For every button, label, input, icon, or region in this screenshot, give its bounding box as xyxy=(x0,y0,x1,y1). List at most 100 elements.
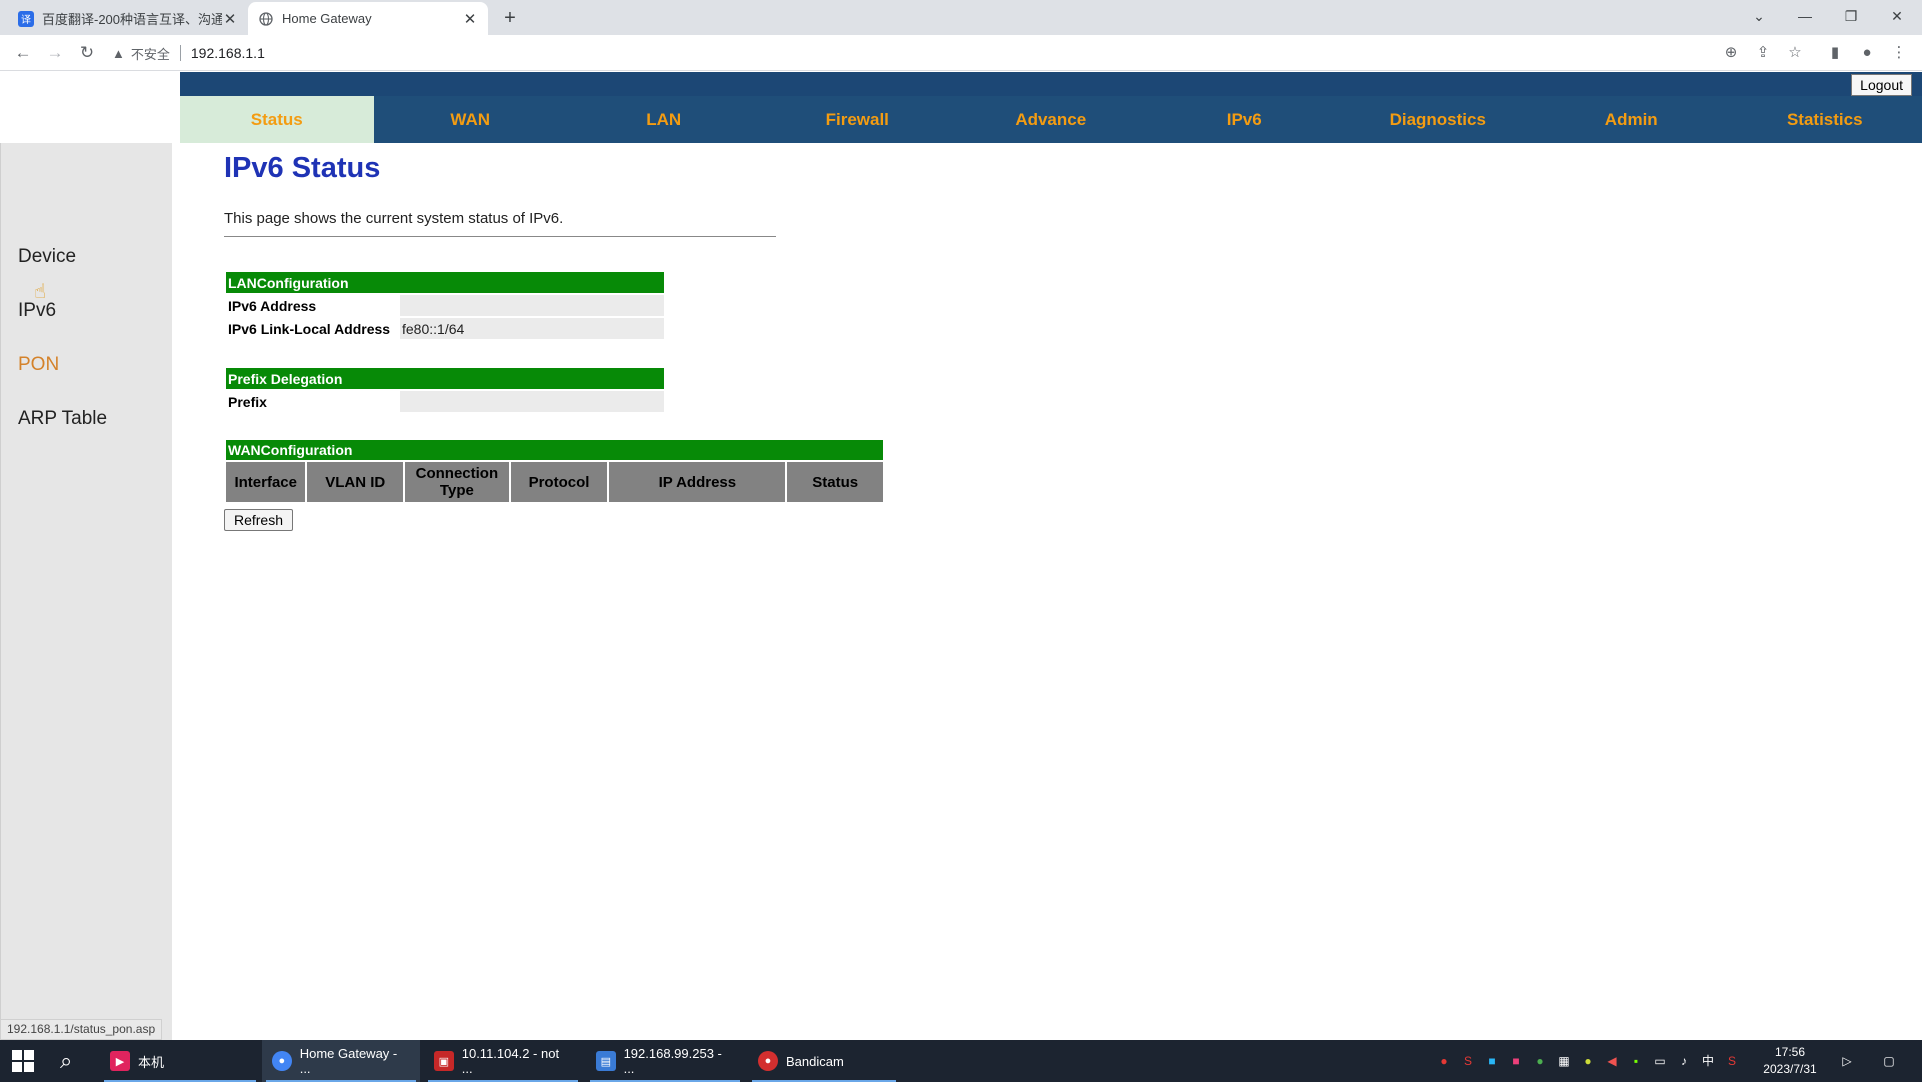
network-computer-icon: ▤ xyxy=(596,1051,616,1071)
sidebar-item-arp-table[interactable]: ARP Table xyxy=(18,408,107,430)
browser-tab-baidu-translate[interactable]: 译 百度翻译-200种语言互译、沟通 ✕ xyxy=(8,2,248,35)
windows-start-icon[interactable] xyxy=(12,1050,34,1072)
browser-tab-home-gateway[interactable]: Home Gateway ✕ xyxy=(248,2,488,35)
wan-configuration-table: WANConfiguration Interface VLAN ID Conne… xyxy=(224,438,885,504)
warning-triangle-icon: ▲ xyxy=(112,45,125,61)
share-icon[interactable]: ⇪ xyxy=(1752,43,1774,63)
chrome-icon: ● xyxy=(272,1051,292,1071)
nav-tab-wan[interactable]: WAN xyxy=(374,96,568,143)
new-tab-button[interactable]: + xyxy=(496,5,524,31)
app-tray-icon[interactable]: ■ xyxy=(1507,1052,1525,1070)
profile-avatar-icon[interactable]: ● xyxy=(1856,43,1878,63)
forward-arrow-icon[interactable]: → xyxy=(42,41,68,65)
taskbar-item-label: Home Gateway - ... xyxy=(299,1046,398,1076)
browser-menu-icon[interactable]: ⋮ xyxy=(1888,43,1910,63)
tab-title: Home Gateway xyxy=(282,11,372,26)
s-app-tray-icon[interactable]: S xyxy=(1459,1052,1477,1070)
left-sidebar: Device IPv6 PON ARP Table xyxy=(0,143,172,1040)
ipv6-address-value xyxy=(400,295,664,316)
nav-tab-status[interactable]: Status xyxy=(180,96,374,143)
show-desktop-icon[interactable]: ▷ xyxy=(1838,1052,1856,1070)
system-clock[interactable]: 17:56 2023/7/31 xyxy=(1758,1044,1822,1078)
top-nav: Logout Status WAN LAN Firewall Advance I… xyxy=(180,72,1922,143)
ipv6-link-local-label: IPv6 Link-Local Address xyxy=(226,318,398,339)
search-icon[interactable]: ⌕ xyxy=(60,1048,72,1074)
taskbar-item-chrome[interactable]: ● Home Gateway - ... xyxy=(262,1040,420,1082)
taskbar-item-remote-2[interactable]: ▤ 192.168.99.253 - ... xyxy=(586,1040,744,1082)
close-tab-icon[interactable]: ✕ xyxy=(462,10,478,28)
baidu-translate-favicon-icon: 译 xyxy=(18,10,34,27)
lan-configuration-table: LANConfiguration IPv6 Address IPv6 Link-… xyxy=(224,270,666,341)
page-title: IPv6 Status xyxy=(224,152,381,184)
link-status-bar: 192.168.1.1/status_pon.asp xyxy=(0,1019,163,1040)
taskbar-item-label: 192.168.99.253 - ... xyxy=(623,1046,722,1076)
router-page: Logout Status WAN LAN Firewall Advance I… xyxy=(0,72,1922,1040)
omnibox-separator xyxy=(179,45,181,61)
zoom-icon[interactable]: ⊕ xyxy=(1720,43,1742,63)
notification-icon[interactable]: ▢ xyxy=(1880,1052,1898,1070)
taskbar-item-label: 本机 xyxy=(138,1054,165,1070)
bookmark-star-icon[interactable]: ☆ xyxy=(1784,43,1806,63)
tab-title: 百度翻译-200种语言互译、沟通 xyxy=(42,12,222,27)
prefix-label: Prefix xyxy=(226,391,398,412)
recording-tray-icon[interactable]: ● xyxy=(1435,1052,1453,1070)
sidebar-item-device[interactable]: Device xyxy=(18,246,76,268)
globe-icon xyxy=(258,11,274,27)
nvidia-tray-icon[interactable]: ▪ xyxy=(1627,1052,1645,1070)
nav-tab-diagnostics[interactable]: Diagnostics xyxy=(1341,96,1535,143)
column-header-interface: Interface xyxy=(226,462,306,502)
app-tray-icon[interactable]: ◀ xyxy=(1603,1052,1621,1070)
section-header-prefix: Prefix Delegation xyxy=(226,368,664,389)
refresh-button[interactable]: Refresh xyxy=(224,509,293,531)
minimize-window-button[interactable]: — xyxy=(1782,0,1828,32)
section-header-wan: WANConfiguration xyxy=(226,440,883,460)
browser-tab-strip: 译 百度翻译-200种语言互译、沟通 ✕ Home Gateway ✕ + ⌄ … xyxy=(0,0,1922,35)
nav-tab-firewall[interactable]: Firewall xyxy=(761,96,955,143)
sidebar-item-pon[interactable]: PON xyxy=(18,354,59,376)
column-header-status: Status xyxy=(787,462,883,502)
clock-time: 17:56 xyxy=(1774,1045,1806,1059)
nav-tab-statistics[interactable]: Statistics xyxy=(1728,96,1922,143)
taskbar-item-remote-1[interactable]: ▣ 10.11.104.2 - not ... xyxy=(424,1040,582,1082)
remote-desktop-icon: ▣ xyxy=(434,1051,454,1071)
network-tray-icon[interactable]: ▭ xyxy=(1651,1052,1669,1070)
reload-icon[interactable]: ↻ xyxy=(74,41,100,65)
ime-indicator[interactable]: 中 xyxy=(1699,1052,1717,1070)
side-panel-icon[interactable]: ▮ xyxy=(1824,43,1846,63)
taskbar-item-label: Bandicam xyxy=(786,1053,844,1069)
logout-button[interactable]: Logout xyxy=(1851,74,1912,96)
nav-tab-lan[interactable]: LAN xyxy=(567,96,761,143)
sogou-tray-icon[interactable]: S xyxy=(1723,1052,1741,1070)
divider xyxy=(224,236,776,237)
column-header-protocol: Protocol xyxy=(510,462,608,502)
windows-taskbar: ⌕ ▶ 本机 ● Home Gateway - ... ▣ 10.11.104.… xyxy=(0,1040,1922,1082)
wechat-tray-icon[interactable]: ● xyxy=(1531,1052,1549,1070)
top-nav-strip xyxy=(180,72,1922,96)
column-header-ip-address: IP Address xyxy=(609,462,786,502)
clock-date: 2023/7/31 xyxy=(1763,1062,1817,1076)
prefix-delegation-table: Prefix Delegation Prefix xyxy=(224,366,666,414)
url-text[interactable]: 192.168.1.1 xyxy=(191,45,265,61)
hand-pointer-cursor-icon: ☝ xyxy=(34,281,47,303)
column-header-connection-type: Connection Type xyxy=(405,462,509,502)
taskbar-item-bandicam[interactable]: ● Bandicam xyxy=(748,1040,900,1082)
app-tray-icon[interactable]: ▦ xyxy=(1555,1052,1573,1070)
ipv6-link-local-value: fe80::1/64 xyxy=(400,318,664,339)
close-tab-icon[interactable]: ✕ xyxy=(222,10,238,28)
ipv6-address-label: IPv6 Address xyxy=(226,295,398,316)
bandicam-record-icon: ● xyxy=(758,1051,778,1071)
nav-tab-admin[interactable]: Admin xyxy=(1535,96,1729,143)
taskbar-item-local[interactable]: ▶ 本机 xyxy=(100,1040,260,1082)
taskbar-item-label: 10.11.104.2 - not ... xyxy=(461,1046,560,1076)
close-window-button[interactable]: ✕ xyxy=(1874,0,1920,32)
nav-tab-ipv6[interactable]: IPv6 xyxy=(1148,96,1342,143)
app-tray-icon[interactable]: ● xyxy=(1579,1052,1597,1070)
tab-search-chevron-icon[interactable]: ⌄ xyxy=(1736,0,1782,32)
app-tray-icon[interactable]: ■ xyxy=(1483,1052,1501,1070)
restore-window-button[interactable]: ❐ xyxy=(1828,0,1874,32)
column-header-vlan-id: VLAN ID xyxy=(307,462,404,502)
nav-tab-advance[interactable]: Advance xyxy=(954,96,1148,143)
volume-muted-icon[interactable]: ♪ xyxy=(1675,1052,1693,1070)
address-bar[interactable]: ▲ 不安全 192.168.1.1 xyxy=(112,39,1762,67)
back-arrow-icon[interactable]: ← xyxy=(10,41,36,65)
